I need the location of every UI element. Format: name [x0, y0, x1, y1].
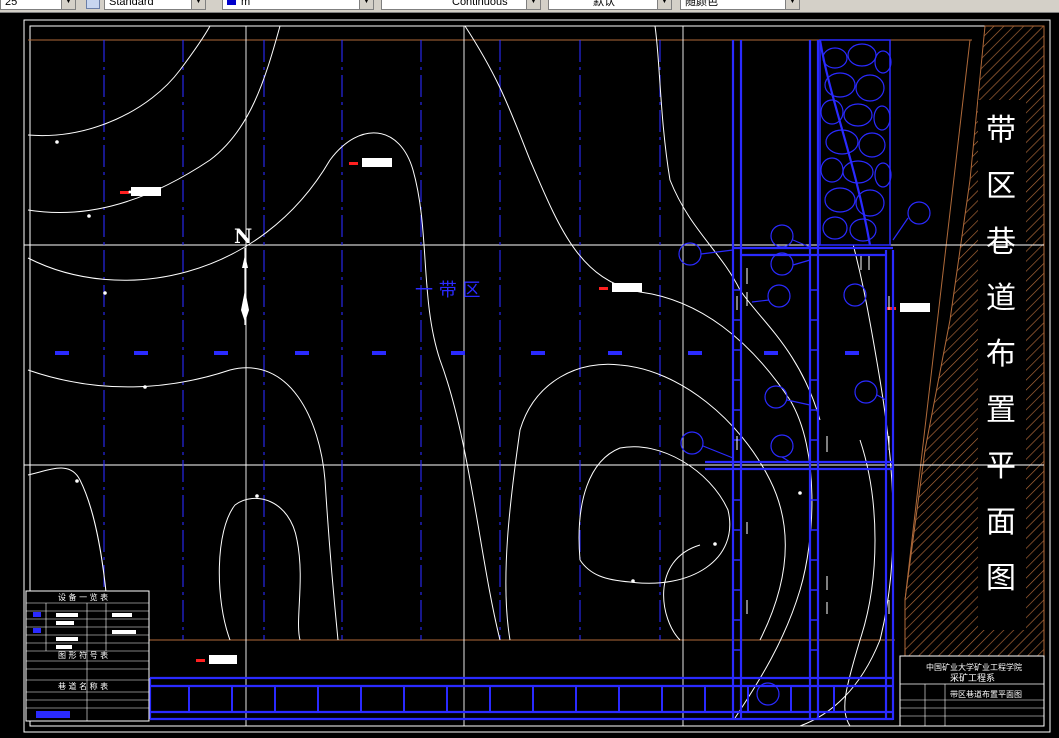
dashed-grid: [103, 40, 661, 640]
linetype-combo-value: Continuous: [452, 0, 508, 8]
text-style-combo[interactable]: Standard ▼: [104, 0, 206, 10]
roadway-crosscuts: [188, 686, 835, 712]
text-style-value: Standard: [109, 0, 154, 8]
contour-lines: [27, 25, 894, 727]
drawing-canvas[interactable]: N 一 带 区 设 备 一 览 表 图 形 符 号 表 巷 道 名 称 表 带 …: [0, 12, 1059, 738]
text-style-icon[interactable]: [86, 0, 100, 9]
color-combo-value: m: [241, 0, 251, 8]
title-char: 巷: [986, 225, 1016, 260]
title-block-department: 采矿工程系: [950, 672, 995, 684]
color-combo[interactable]: m ▼: [222, 0, 374, 10]
drawing-border: [23, 19, 1051, 733]
chevron-down-icon[interactable]: ▼: [61, 0, 75, 9]
chevron-down-icon[interactable]: ▼: [359, 0, 373, 9]
linetype-combo[interactable]: Continuous ▼: [381, 0, 541, 10]
roadways-table-title: 巷 道 名 称 表: [58, 681, 108, 691]
contour-points: [55, 140, 802, 583]
roadway-network: [148, 39, 895, 721]
north-label: N: [234, 224, 252, 248]
title-char: 置: [986, 393, 1016, 428]
layer-combo[interactable]: 25 ▼: [0, 0, 76, 10]
chevron-down-icon[interactable]: ▼: [191, 0, 205, 9]
symbols-table-title: 图 形 符 号 表: [58, 650, 108, 660]
equipment-table-title: 设 备 一 览 表: [58, 592, 108, 602]
legend-tables: 设 备 一 览 表 图 形 符 号 表 巷 道 名 称 表: [25, 590, 150, 722]
title-char: 布: [986, 337, 1016, 372]
grid-lines: [24, 26, 1044, 726]
lineweight-combo[interactable]: 默认 ▼: [548, 0, 672, 10]
plotstyle-combo-value: 随颜色: [685, 0, 718, 8]
lineweight-combo-value: 默认: [593, 0, 615, 8]
title-char: 带: [986, 113, 1016, 148]
area-label: 一 带 区: [415, 280, 480, 301]
title-char: 区: [986, 169, 1016, 204]
title-char: 图: [986, 561, 1016, 596]
chevron-down-icon[interactable]: ▼: [785, 0, 799, 9]
chevron-down-icon[interactable]: ▼: [657, 0, 671, 9]
vertical-drawing-title: 带 区 巷 道 布 置 平 面 图: [986, 113, 1016, 596]
title-char: 面: [986, 505, 1016, 540]
plotstyle-combo[interactable]: 随颜色 ▼: [680, 0, 800, 10]
title-block: 中国矿业大学矿业工程学院 采矿工程系 带区巷道布置平面图: [899, 655, 1045, 727]
gob-area: [819, 39, 892, 246]
title-char: 道: [986, 281, 1016, 316]
title-char: 平: [986, 449, 1016, 484]
chevron-down-icon[interactable]: ▼: [526, 0, 540, 9]
north-arrow: N: [234, 224, 252, 325]
title-block-school: 中国矿业大学矿业工程学院: [926, 662, 1022, 672]
layer-combo-value: 25: [5, 0, 18, 8]
title-block-drawing-name: 带区巷道布置平面图: [950, 689, 1022, 699]
panel-markers: [55, 351, 859, 355]
color-swatch-icon: [227, 0, 236, 5]
